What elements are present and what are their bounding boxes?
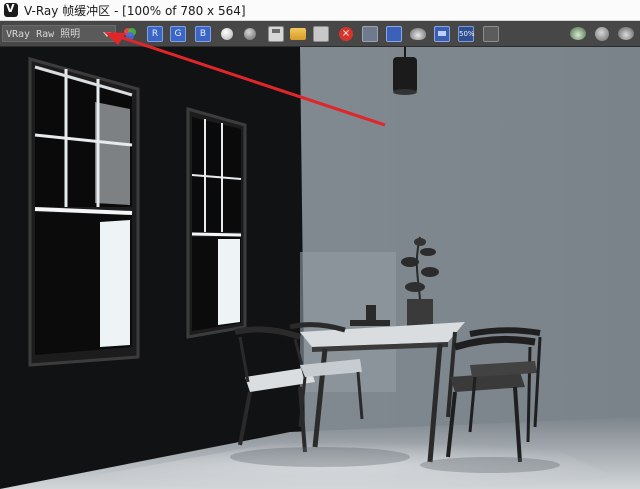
- rendered-image: [0, 47, 640, 489]
- right-window: [186, 107, 247, 339]
- render-interactive-icon[interactable]: [618, 27, 634, 40]
- lut-icon[interactable]: [434, 26, 450, 42]
- stop-icon[interactable]: [595, 27, 609, 41]
- window-title: V-Ray 帧缓冲区 - [100% of 780 x 564]: [24, 3, 246, 18]
- white-dot-icon[interactable]: [221, 28, 233, 40]
- teapot-icon[interactable]: [410, 28, 426, 40]
- save-icon[interactable]: [268, 26, 284, 42]
- title-bar: V-Ray 帧缓冲区 - [100% of 780 x 564]: [0, 0, 640, 21]
- left-window: [28, 57, 140, 367]
- channel-select-value: VRay Raw 照明: [6, 29, 81, 40]
- blue-channel-button[interactable]: B: [195, 26, 211, 42]
- channel-select[interactable]: VRay Raw 照明: [2, 25, 116, 42]
- vray-logo-icon: [4, 2, 18, 17]
- red-channel-button[interactable]: R: [147, 26, 163, 42]
- clipboard-icon[interactable]: [313, 26, 329, 42]
- open-folder-icon[interactable]: [290, 28, 306, 40]
- clear-icon[interactable]: ×: [339, 27, 353, 41]
- clear-label: ×: [341, 28, 351, 39]
- render-icon[interactable]: [570, 27, 586, 40]
- green-channel-button[interactable]: G: [170, 26, 186, 42]
- green-channel-icon: G: [174, 29, 182, 39]
- cube-icon[interactable]: [483, 26, 499, 42]
- blue-channel-icon: B: [199, 29, 207, 39]
- color-correction-icon[interactable]: [122, 26, 138, 42]
- zoom-badge: 50%: [459, 30, 475, 38]
- toolbar: VRay Raw 照明 R G B × 50%: [0, 21, 640, 47]
- gray-dot-icon[interactable]: [244, 28, 256, 40]
- chevron-down-icon[interactable]: [103, 32, 111, 37]
- red-channel-icon: R: [151, 29, 159, 39]
- render-viewport: [0, 47, 640, 489]
- percent-icon[interactable]: 50%: [458, 26, 475, 42]
- region-render-icon[interactable]: [386, 26, 402, 42]
- generate-icon[interactable]: [362, 26, 378, 42]
